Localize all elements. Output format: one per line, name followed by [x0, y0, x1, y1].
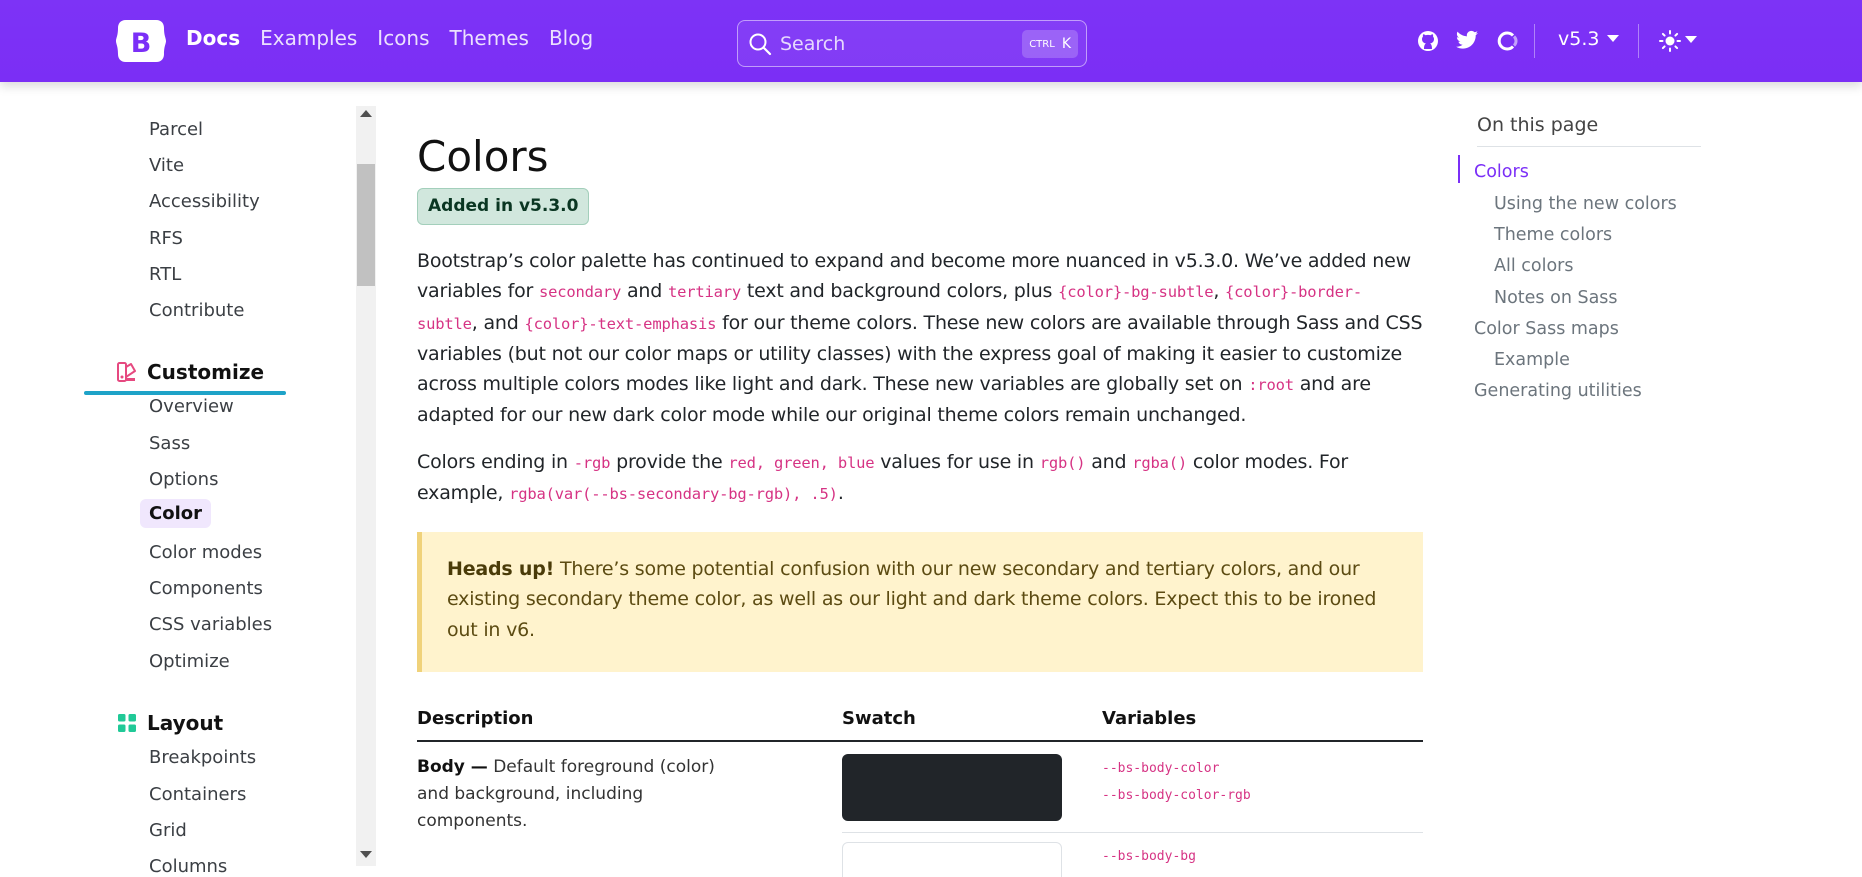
sidebar-item-optimize[interactable]: Optimize [149, 651, 230, 672]
swatch-body-bg [842, 842, 1062, 877]
sidebar-group-label: Layout [147, 711, 224, 735]
sidebar-item-sass[interactable]: Sass [149, 433, 190, 454]
rgb-paragraph: Colors ending in -rgb provide the red, g… [417, 451, 1349, 505]
sidebar-item-color[interactable]: Color [140, 499, 211, 528]
search-icon [749, 33, 772, 56]
toc-item-using-new-colors[interactable]: Using the new colors [1494, 194, 1677, 214]
navbar: B Docs Examples Icons Themes Blog Search… [0, 0, 1862, 82]
shortcut-key: K [1061, 36, 1071, 52]
scroll-up-arrow-icon[interactable] [360, 110, 372, 117]
toc-item-notes-on-sass[interactable]: Notes on Sass [1494, 288, 1618, 308]
sun-icon [1659, 30, 1681, 52]
toc-item-color-sass-maps[interactable]: Color Sass maps [1474, 319, 1619, 339]
nav-link-themes[interactable]: Themes [450, 26, 529, 50]
sidebar-group-customize[interactable]: Customize [117, 360, 264, 384]
variable-body-bg: --bs-body-bg [1102, 849, 1196, 864]
palette-icon [117, 362, 136, 382]
alert-text: There’s some potential confusion with ou… [447, 558, 1377, 641]
intro-paragraph: Bootstrap’s color palette has continued … [417, 250, 1423, 427]
sidebar-item-rfs[interactable]: RFS [149, 228, 183, 249]
variable-body-color: --bs-body-color [1102, 761, 1220, 776]
page-title: Colors [417, 132, 549, 181]
svg-text:B: B [131, 28, 152, 59]
sidebar-item-cut: ʻ [149, 82, 155, 91]
version-badge: Added in v5.3.0 [417, 188, 590, 225]
search-placeholder: Search [780, 33, 846, 55]
toc-title: On this page [1477, 114, 1599, 136]
version-dropdown[interactable]: v5.3 [1558, 28, 1620, 50]
focus-indicator [84, 391, 286, 395]
sidebar-item-vite[interactable]: Vite [149, 155, 184, 176]
toc-item-generating-utilities[interactable]: Generating utilities [1474, 381, 1642, 401]
heads-up-alert: Heads up! There’s some potential confusi… [417, 532, 1423, 672]
toc-item-example[interactable]: Example [1494, 350, 1570, 370]
sidebar-item-options[interactable]: Options [149, 469, 218, 490]
nav-link-blog[interactable]: Blog [549, 26, 593, 50]
toc-item-colors[interactable]: Colors [1474, 162, 1529, 182]
sidebar-item-columns[interactable]: Columns [149, 856, 227, 877]
swatch-body-color [842, 754, 1062, 821]
navbar-divider [1534, 24, 1535, 58]
shortcut-ctrl: CTRL [1029, 38, 1055, 50]
navbar-divider [1638, 24, 1639, 58]
sidebar-group-layout[interactable]: Layout [117, 711, 223, 735]
sidebar-item-grid[interactable]: Grid [149, 820, 187, 841]
table-row-divider [842, 832, 1423, 833]
sidebar-item-breakpoints[interactable]: Breakpoints [149, 747, 256, 768]
sidebar-item-css-variables[interactable]: CSS variables [149, 614, 272, 635]
search-shortcut: CTRL K [1022, 30, 1078, 58]
column-header-variables: Variables [1102, 708, 1197, 729]
sidebar-item-components[interactable]: Components [149, 578, 263, 599]
sidebar-item-contribute[interactable]: Contribute [149, 300, 244, 321]
variable-body-color-rgb: --bs-body-color-rgb [1102, 788, 1251, 803]
toc-divider [1477, 146, 1701, 147]
theme-toggle[interactable] [1659, 30, 1697, 52]
table-row-body-description: Body — Default foreground (color) and ba… [417, 757, 715, 831]
toc-active-indicator [1458, 155, 1460, 183]
bootstrap-logo-icon[interactable]: B [116, 20, 166, 62]
sidebar-item-color-modes[interactable]: Color modes [149, 542, 262, 563]
sidebar-item-parcel[interactable]: Parcel [149, 119, 203, 140]
toc-item-all-colors[interactable]: All colors [1494, 256, 1573, 276]
nav-link-examples[interactable]: Examples [260, 26, 357, 50]
version-label: v5.3 [1558, 28, 1600, 50]
sidebar-scrollbar-thumb[interactable] [357, 164, 375, 286]
search-button[interactable]: Search CTRL K [737, 20, 1087, 67]
opencollective-icon[interactable] [1496, 30, 1518, 52]
column-header-description: Description [417, 708, 534, 729]
sidebar-item-containers[interactable]: Containers [149, 784, 246, 805]
nav-link-icons[interactable]: Icons [377, 26, 429, 50]
grid-icon [118, 714, 136, 732]
nav-link-docs[interactable]: Docs [186, 26, 240, 50]
colors-table-header: Description Swatch Variables [417, 708, 1423, 742]
sidebar-group-label: Customize [147, 360, 265, 384]
sidebar-item-overview[interactable]: Overview [149, 396, 234, 417]
chevron-down-icon [1607, 35, 1620, 42]
sidebar-item-accessibility[interactable]: Accessibility [149, 191, 260, 212]
twitter-icon[interactable] [1456, 30, 1478, 50]
toc-item-theme-colors[interactable]: Theme colors [1494, 225, 1612, 245]
column-header-swatch: Swatch [842, 708, 916, 729]
scroll-down-arrow-icon[interactable] [360, 851, 372, 858]
chevron-down-icon [1685, 35, 1697, 43]
alert-title: Heads up! [447, 558, 555, 580]
sidebar-item-rtl[interactable]: RTL [149, 264, 181, 285]
nav-links: Docs Examples Icons Themes Blog [186, 26, 593, 50]
github-icon[interactable] [1417, 30, 1439, 52]
sidebar: ʻ Parcel Vite Accessibility RFS RTL Cont… [0, 82, 360, 877]
